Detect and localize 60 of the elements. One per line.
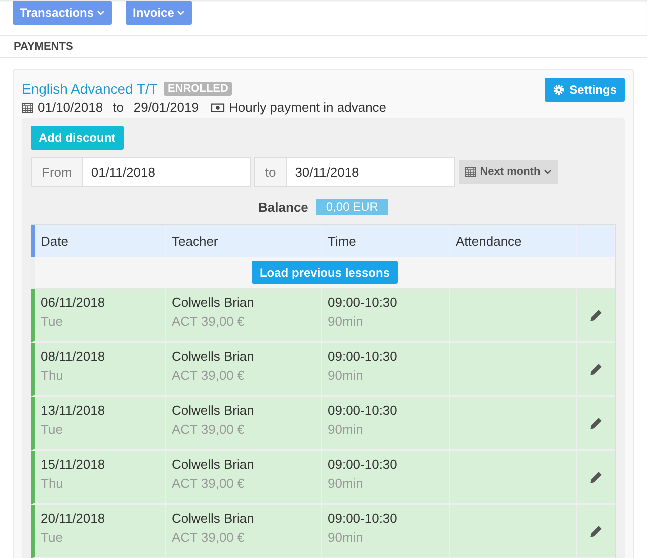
table-cell-text: 06/11/2018 bbox=[41, 295, 106, 310]
table-cell-text: 90min bbox=[328, 422, 364, 437]
table-cell-text: Tue bbox=[41, 314, 64, 329]
date-input[interactable]: 01/11/2018 bbox=[83, 157, 252, 187]
status-badge: ENROLLED bbox=[164, 82, 232, 96]
table-cell-text: ACT 39,00 € bbox=[172, 314, 246, 329]
table-cell-text: 09:00-10:30 bbox=[328, 295, 398, 310]
end-date: 29/01/2019 bbox=[134, 100, 199, 115]
lesson-row[interactable]: 06/11/2018 Tue Colwells Brian ACT 39,00 € 09:00-10:30 90min bbox=[31, 289, 615, 343]
date-input[interactable]: 30/11/2018 bbox=[287, 157, 456, 187]
start-date: 01/10/2018 bbox=[38, 100, 104, 115]
table-cell-text: Colwells Brian bbox=[172, 457, 256, 472]
table-cell-text: Colwells Brian bbox=[172, 349, 256, 364]
calendar-icon bbox=[465, 166, 478, 178]
table-cell-text: Tue bbox=[41, 530, 64, 545]
lesson-row[interactable]: 20/11/2018 Tue Colwells Brian ACT 39,00 € 09:00-10:30 90min bbox=[31, 505, 615, 558]
edit-icon[interactable] bbox=[590, 362, 602, 376]
table-cell-text: 90min bbox=[328, 314, 364, 329]
table-cell-text: 09:00-10:30 bbox=[328, 511, 398, 526]
table-cell-text: ACT 39,00 € bbox=[172, 368, 246, 383]
edit-icon[interactable] bbox=[590, 416, 602, 430]
table-cell-text: ACT 39,00 € bbox=[172, 530, 246, 545]
edit-icon[interactable] bbox=[590, 308, 602, 322]
banknote-icon bbox=[211, 102, 225, 114]
edit-icon[interactable] bbox=[590, 524, 602, 538]
lesson-row[interactable]: 08/11/2018 Thu Colwells Brian ACT 39,00 € 09:00-10:30 90min bbox=[31, 343, 615, 397]
table-cell-text: 90min bbox=[328, 530, 364, 545]
table-cell-text: 15/11/2018 bbox=[41, 457, 106, 472]
from-label: From bbox=[31, 157, 84, 187]
caret-icon bbox=[544, 169, 552, 175]
table-cell-text: Thu bbox=[41, 368, 64, 383]
calendar-icon bbox=[22, 102, 34, 114]
table-cell-text: 90min bbox=[328, 368, 364, 383]
table-cell-text: Thu bbox=[41, 476, 64, 491]
settings-icon bbox=[552, 84, 565, 96]
table-cell-text: 20/11/2018 bbox=[41, 511, 106, 526]
preset-dropdown[interactable]: Next month bbox=[459, 160, 558, 184]
table-cell-text: 08/11/2018 bbox=[41, 349, 106, 364]
table-cell-text: 90min bbox=[328, 476, 364, 491]
table-cell-text: 13/11/2018 bbox=[41, 403, 106, 418]
table-cell-text: 09:00-10:30 bbox=[328, 349, 398, 364]
table-cell-text: 09:00-10:30 bbox=[328, 403, 398, 418]
lesson-row[interactable]: 13/11/2018 Tue Colwells Brian ACT 39,00 € 09:00-10:30 90min bbox=[31, 397, 615, 451]
caret-icon bbox=[97, 10, 106, 16]
to-label: to bbox=[254, 157, 288, 187]
separator-text: to bbox=[113, 100, 124, 115]
table-cell-text: ACT 39,00 € bbox=[172, 476, 246, 491]
payment-type: Hourly payment in advance bbox=[229, 100, 387, 115]
table-cell-text: Tue bbox=[41, 422, 64, 437]
edit-icon[interactable] bbox=[590, 470, 602, 484]
balance-label: Balance bbox=[258, 200, 308, 214]
table-cell-text: Colwells Brian bbox=[172, 511, 256, 526]
balance-value: 0,00 EUR bbox=[316, 199, 388, 215]
section-title: PAYMENTS bbox=[0, 36, 647, 58]
lesson-row[interactable]: 15/11/2018 Thu Colwells Brian ACT 39,00 € 09:00-10:30 90min bbox=[31, 451, 615, 505]
table-cell-text: Colwells Brian bbox=[172, 403, 256, 418]
table-cell-text: ACT 39,00 € bbox=[172, 422, 246, 437]
table-cell-text: 09:00-10:30 bbox=[328, 457, 398, 472]
table-cell-text: Colwells Brian bbox=[172, 295, 256, 310]
caret-icon bbox=[177, 10, 186, 16]
